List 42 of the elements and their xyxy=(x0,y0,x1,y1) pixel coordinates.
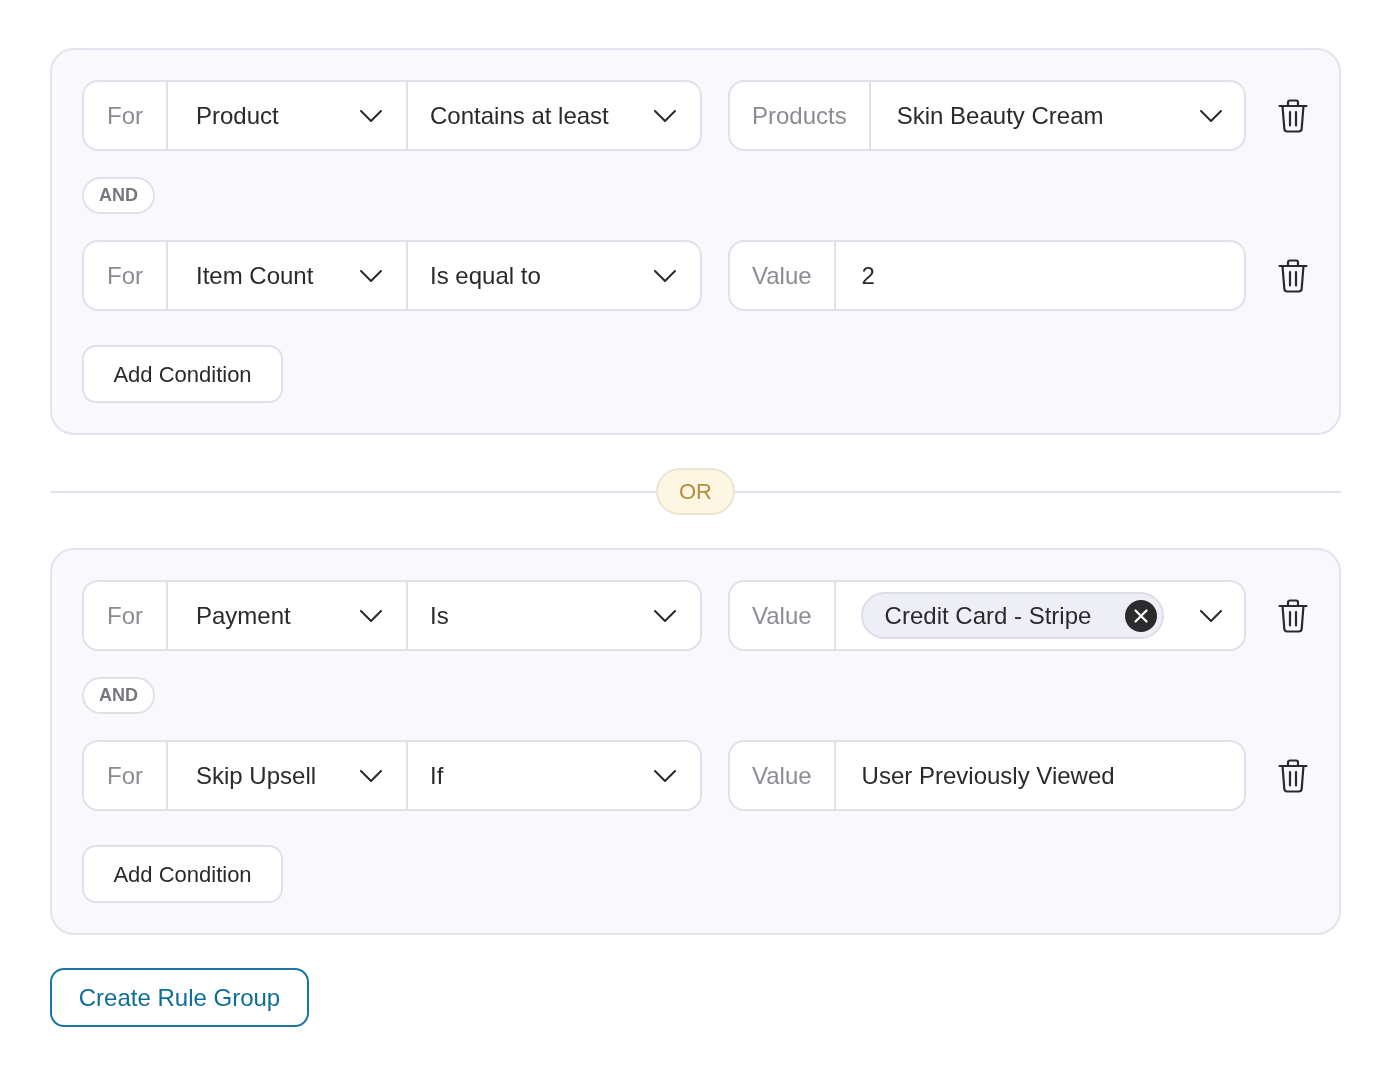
operator-select[interactable]: If xyxy=(408,742,700,809)
operator-select[interactable]: Contains at least xyxy=(408,82,700,149)
field-select[interactable]: Skip Upsell xyxy=(168,742,408,809)
add-condition-button[interactable]: Add Condition xyxy=(82,345,283,403)
caret-icon xyxy=(654,109,676,122)
operator-select[interactable]: Is xyxy=(408,582,700,649)
for-label: For xyxy=(84,242,168,309)
create-rule-group-button[interactable]: Create Rule Group xyxy=(50,968,309,1027)
for-label: For xyxy=(84,582,168,649)
remove-icon[interactable] xyxy=(1125,599,1158,632)
caret-icon xyxy=(1200,609,1222,622)
value-select[interactable]: Skin Beauty Cream xyxy=(870,82,1244,149)
value-label: Products xyxy=(730,82,871,149)
and-badge: AND xyxy=(82,177,155,214)
caret-icon xyxy=(654,609,676,622)
trash-icon[interactable] xyxy=(1278,258,1308,293)
and-badge: AND xyxy=(82,677,155,714)
caret-icon xyxy=(1200,109,1222,122)
for-label: For xyxy=(84,742,168,809)
field-select[interactable]: Item Count xyxy=(168,242,408,309)
field-select[interactable]: Product xyxy=(168,82,408,149)
caret-icon xyxy=(360,609,382,622)
or-badge: OR xyxy=(656,468,735,515)
value-label: Value xyxy=(730,242,836,309)
add-condition-button[interactable]: Add Condition xyxy=(82,845,283,903)
trash-icon[interactable] xyxy=(1278,598,1308,633)
value-label: Value xyxy=(730,742,836,809)
caret-icon xyxy=(654,269,676,282)
field-select[interactable]: Payment xyxy=(168,582,408,649)
value-input[interactable]: 2 xyxy=(835,242,1244,309)
tag-label: Credit Card - Stripe xyxy=(884,600,1092,631)
caret-icon xyxy=(360,109,382,122)
trash-icon[interactable] xyxy=(1278,98,1308,133)
caret-icon xyxy=(654,769,676,782)
trash-icon[interactable] xyxy=(1278,758,1308,793)
operator-select[interactable]: Is equal to xyxy=(408,242,700,309)
caret-icon xyxy=(360,269,382,282)
value-label: Value xyxy=(730,582,836,649)
for-label: For xyxy=(84,82,168,149)
tags-select[interactable]: Credit Card - Stripe xyxy=(835,582,1244,649)
value-input[interactable]: User Previously Viewed xyxy=(835,742,1244,809)
caret-icon xyxy=(360,769,382,782)
